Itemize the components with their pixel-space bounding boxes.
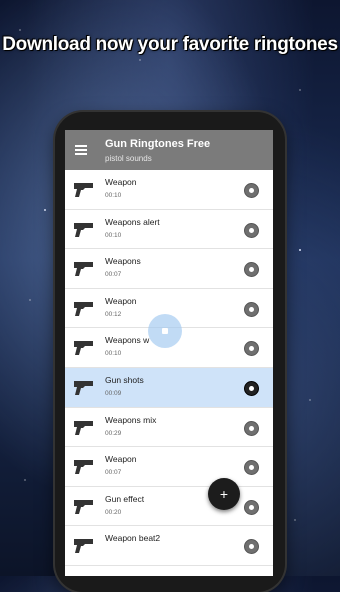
ringtone-name: Gun effect	[105, 493, 145, 504]
ringtone-duration: 00:10	[105, 192, 122, 199]
ringtone-name: Weapon	[105, 177, 137, 187]
ringtone-duration: 00:20	[105, 508, 122, 516]
app-bar: Gun Ringtones Free pistol sounds	[65, 130, 273, 170]
ringtone-duration: 00:10	[105, 231, 122, 239]
play-icon[interactable]	[244, 499, 259, 515]
ringtone-duration: 00:29	[105, 429, 122, 437]
promo-headline: Download now your favorite ringtones	[2, 34, 338, 55]
pistol-icon	[74, 539, 93, 554]
pistol-icon	[74, 380, 93, 395]
ringtone-list: Weapon 00:10 Weapons alert 00:10 Weapons…	[65, 170, 273, 566]
ringtone-name: Weapons w	[105, 335, 150, 346]
list-item[interactable]: Weapons 00:07	[65, 249, 273, 289]
pistol-icon	[74, 222, 93, 237]
floating-overlay-button[interactable]	[148, 314, 182, 348]
pistol-icon	[74, 183, 93, 197]
add-fab-button[interactable]: +	[208, 478, 240, 510]
ringtone-name: Weapon beat2	[105, 533, 161, 544]
ringtone-name: Weapons	[105, 256, 141, 267]
list-item[interactable]: Gun shots 00:09	[65, 367, 273, 408]
play-icon[interactable]	[244, 539, 259, 555]
play-icon[interactable]	[244, 222, 259, 238]
hamburger-menu-icon[interactable]	[75, 145, 87, 155]
list-item[interactable]: Gun effect 00:20	[65, 487, 273, 527]
play-icon[interactable]	[244, 183, 259, 198]
ringtone-duration: 00:09	[105, 389, 122, 397]
play-icon[interactable]	[244, 341, 259, 357]
ringtone-duration: 00:12	[105, 310, 122, 318]
play-icon[interactable]	[244, 380, 259, 396]
ringtone-duration: 00:07	[105, 469, 122, 477]
ringtone-name: Weapons mix	[105, 414, 157, 425]
ringtone-name: Weapons alert	[105, 216, 160, 227]
ringtone-name: Weapon	[105, 454, 137, 465]
app-subtitle: pistol sounds	[105, 154, 152, 163]
pistol-icon	[74, 460, 93, 475]
play-icon[interactable]	[244, 420, 259, 436]
play-icon[interactable]	[244, 301, 259, 317]
list-item[interactable]: Weapons alert 00:10	[65, 210, 273, 250]
pistol-icon	[74, 301, 93, 316]
ringtone-duration: 00:07	[105, 271, 122, 279]
list-item[interactable]: Weapon 00:10	[65, 170, 273, 210]
pistol-icon	[74, 499, 93, 514]
list-item[interactable]: Weapon 00:07	[65, 447, 273, 487]
list-item[interactable]: Weapons mix 00:29	[65, 408, 273, 448]
ringtone-name: Gun shots	[105, 374, 144, 385]
ringtone-name: Weapon	[105, 295, 137, 306]
app-screen: Gun Ringtones Free pistol sounds Weapon …	[65, 130, 273, 576]
stop-icon	[162, 328, 168, 334]
ringtone-duration: 00:10	[105, 350, 122, 358]
play-icon[interactable]	[244, 262, 259, 278]
pistol-icon	[74, 420, 93, 435]
pistol-icon	[74, 262, 93, 277]
play-icon[interactable]	[244, 460, 259, 476]
list-item[interactable]: Weapon beat2	[65, 526, 273, 566]
pistol-icon	[74, 341, 93, 356]
app-title: Gun Ringtones Free	[105, 138, 211, 150]
